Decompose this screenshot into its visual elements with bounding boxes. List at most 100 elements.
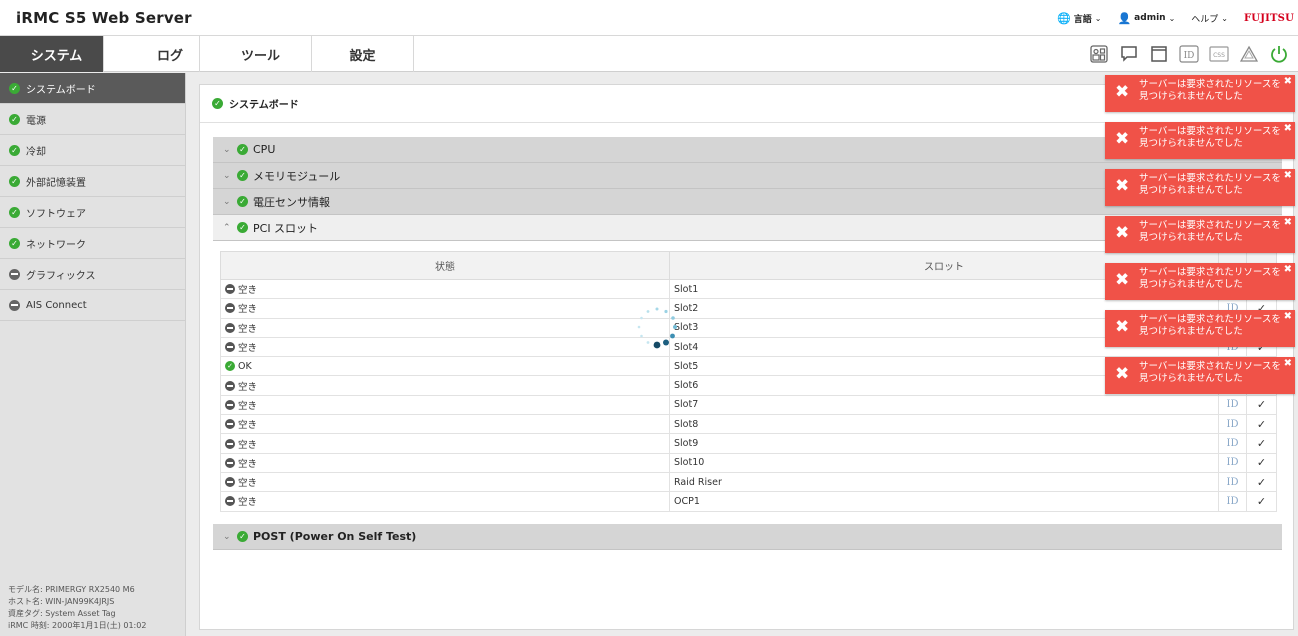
slot-cell: Slot7 <box>669 394 1219 416</box>
error-toast: ✖ ✖ サーバーは要求されたリソースを 見つけられませんでした <box>1105 263 1295 300</box>
help-menu[interactable]: ヘルプ ⌄ <box>1191 12 1228 25</box>
status-badge: ✓ OK <box>225 361 669 372</box>
close-icon[interactable]: ✖ <box>1284 170 1292 182</box>
id-card-icon[interactable] <box>1088 43 1110 65</box>
tab-settings[interactable]: 設定 <box>312 36 414 72</box>
sidebar-item[interactable]: グラフィックス <box>0 259 185 290</box>
ok-status-icon: ✓ <box>9 113 20 125</box>
chevron-down-icon: ⌄ <box>1094 13 1102 23</box>
toast-message-line2: 見つけられませんでした <box>1139 185 1243 196</box>
error-toast: ✖ ✖ サーバーは要求されたリソースを 見つけられませんでした <box>1105 216 1295 253</box>
chevron-down-icon: ⌄ <box>223 196 231 207</box>
table-row: 空き Slot7 ID ✓ <box>220 394 1277 416</box>
toast-message-line1: サーバーは要求されたリソースを <box>1139 314 1281 325</box>
table-row: 空き Raid Riser ID ✓ <box>220 471 1277 493</box>
sidebar-item[interactable]: ✓ ネットワーク <box>0 228 185 259</box>
ok-status-icon: ✓ <box>225 361 235 372</box>
sidebar-item[interactable]: ✓ 電源 <box>0 104 185 135</box>
section-label: メモリモジュール <box>253 169 341 183</box>
status-badge: 空き <box>225 475 669 489</box>
error-x-icon: ✖ <box>1115 176 1130 196</box>
status-badge: 空き <box>225 321 669 335</box>
toast-message-line1: サーバーは要求されたリソースを <box>1139 220 1281 231</box>
table-row: 空き Slot9 ID ✓ <box>220 433 1277 454</box>
empty-status-icon <box>225 438 235 449</box>
sidebar-item-label: グラフィックス <box>26 270 96 282</box>
sidebar-item[interactable]: ✓ 外部記憶装置 <box>0 166 185 197</box>
status-cell: 空き <box>220 336 670 358</box>
toolbar-icons: ID CSS <box>1088 36 1298 72</box>
status-label: 空き <box>238 285 258 297</box>
main-nav: システム ログ ツール 設定 ID CSS <box>0 36 1298 72</box>
id-led-button[interactable]: ID <box>1218 471 1247 493</box>
ok-status-icon: ✓ <box>237 144 248 155</box>
user-icon: 👤 <box>1117 11 1132 25</box>
sidebar-item[interactable]: ✓ ソフトウェア <box>0 197 185 228</box>
check-icon: ✓ <box>1246 394 1277 416</box>
check-icon: ✓ <box>1246 414 1277 435</box>
id-badge-icon[interactable]: ID <box>1178 43 1200 65</box>
status-badge: 空き <box>225 301 669 315</box>
close-icon[interactable]: ✖ <box>1284 217 1292 229</box>
close-icon[interactable]: ✖ <box>1284 311 1292 323</box>
status-cell: ✓ OK <box>220 356 670 377</box>
sidebar-item[interactable]: AIS Connect <box>0 290 185 321</box>
ok-status-icon: ✓ <box>9 206 20 218</box>
language-label: 言語 <box>1073 14 1092 25</box>
tab-log[interactable]: ログ <box>104 36 200 72</box>
error-x-icon: ✖ <box>1115 223 1130 243</box>
status-cell: 空き <box>220 452 670 473</box>
id-led-button[interactable]: ID <box>1218 394 1247 416</box>
ok-status-icon: ✓ <box>9 175 20 187</box>
id-led-button[interactable]: ID <box>1218 491 1247 512</box>
status-label: 空き <box>238 304 258 316</box>
empty-status-icon <box>225 457 235 468</box>
close-icon[interactable]: ✖ <box>1284 123 1292 135</box>
toast-message-line2: 見つけられませんでした <box>1139 91 1243 102</box>
chat-icon[interactable] <box>1118 43 1140 65</box>
error-x-icon: ✖ <box>1115 129 1130 149</box>
empty-status-icon <box>225 284 235 295</box>
close-icon[interactable]: ✖ <box>1284 264 1292 276</box>
toast-message-line2: 見つけられませんでした <box>1139 232 1243 243</box>
close-icon[interactable]: ✖ <box>1284 76 1292 88</box>
id-led-button[interactable]: ID <box>1218 452 1247 473</box>
toast-message-line2: 見つけられませんでした <box>1139 326 1243 337</box>
sidebar-item[interactable]: ✓ 冷却 <box>0 135 185 166</box>
status-badge: 空き <box>225 282 669 296</box>
warning-icon[interactable] <box>1238 43 1260 65</box>
sidebar-item[interactable]: ✓ システムボード <box>0 73 185 104</box>
ok-status-icon: ✓ <box>9 82 20 94</box>
toast-message-line2: 見つけられませんでした <box>1139 373 1243 384</box>
status-cell: 空き <box>220 394 670 416</box>
status-badge: 空き <box>225 379 669 393</box>
language-menu[interactable]: 🌐 言語 ⌄ <box>1057 12 1101 25</box>
status-cell: 空き <box>220 317 670 338</box>
tab-system[interactable]: システム <box>10 36 104 72</box>
top-right-links: 🌐 言語 ⌄ 👤 admin ⌄ ヘルプ ⌄ FUJITSU <box>1057 0 1298 36</box>
slot-cell: Slot9 <box>669 433 1219 454</box>
slot-cell: Slot8 <box>669 414 1219 435</box>
status-cell: 空き <box>220 471 670 493</box>
user-menu[interactable]: 👤 admin ⌄ <box>1117 12 1175 25</box>
section-post[interactable]: ⌄ ✓ POST (Power On Self Test) <box>213 524 1282 550</box>
status-badge: 空き <box>225 456 669 470</box>
chevron-down-icon: ⌄ <box>1221 13 1228 23</box>
close-icon[interactable]: ✖ <box>1284 358 1292 370</box>
id-led-button[interactable]: ID <box>1218 433 1247 454</box>
fujitsu-logo: FUJITSU <box>1243 12 1294 24</box>
table-row: 空き Slot8 ID ✓ <box>220 414 1277 435</box>
ok-status-icon: ✓ <box>237 222 248 233</box>
tab-tools[interactable]: ツール <box>210 36 312 72</box>
window-icon[interactable] <box>1148 43 1170 65</box>
status-label: 空き <box>238 497 258 509</box>
csr-icon[interactable]: CSS <box>1208 43 1230 65</box>
model-name: モデル名: PRIMERGY RX2540 M6 <box>8 585 135 594</box>
page-title: システムボード <box>229 100 299 111</box>
power-icon[interactable] <box>1268 43 1290 65</box>
id-led-button[interactable]: ID <box>1218 414 1247 435</box>
status-label: OK <box>238 360 252 372</box>
status-cell: 空き <box>220 491 670 512</box>
status-cell: 空き <box>220 375 670 396</box>
error-x-icon: ✖ <box>1115 270 1130 290</box>
